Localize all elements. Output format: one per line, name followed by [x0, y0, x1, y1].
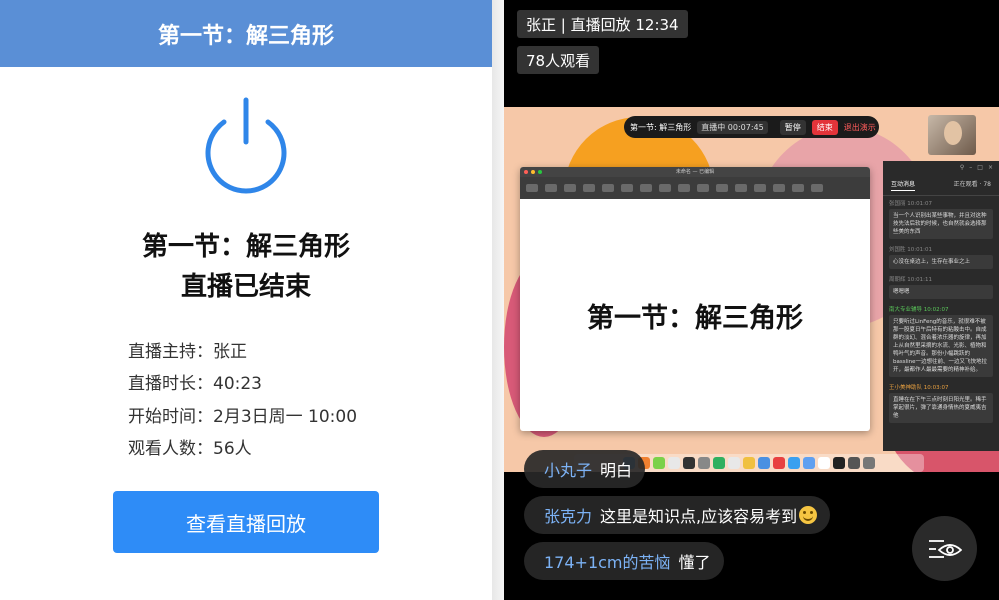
live-comment: 小丸子 明白: [524, 450, 646, 488]
tab-interactive: 互动消息: [891, 179, 916, 191]
info-host: 直播主持：张正: [128, 342, 247, 362]
panel-message: 周朝辉 10:01:11 嗯嗯嗯: [883, 272, 999, 302]
info-viewer-count: 观看人数：56人: [128, 439, 252, 459]
live-comment: 174+1cm的苦恼 懂了: [524, 542, 724, 580]
window-title: 未命名 — 已编辑: [675, 169, 715, 175]
power-icon: [205, 97, 287, 194]
panel-message: 王小美神助队 10:03:07 直睡在在下午三点时刻日阳光里。稀手掌起很片，弹了…: [883, 380, 999, 426]
comment-text: 这里是知识点,应该容易考到: [600, 507, 798, 526]
live-comment: 张克力 这里是知识点,应该容易考到: [524, 496, 831, 534]
window-titlebar: 未命名 — 已编辑: [520, 167, 870, 177]
slide-text: 第一节：解三角形: [587, 302, 803, 334]
panel-message: 南大专业辅导 10:02:07 只要听过LinFeng的音乐，就很难不被那一股夏…: [883, 302, 999, 380]
comment-text: 懂了: [678, 553, 711, 572]
zoom-dot-icon: [538, 170, 542, 174]
panel-divider: [492, 0, 504, 600]
presenter-camera: [928, 115, 976, 155]
smile-emoji-icon: [799, 506, 818, 524]
live-ended-panel: 第一节：解三角形 第一节：解三角形 直播已结束 直播主持：张正 直播时长：40:…: [0, 0, 492, 600]
comment-author: 张克力: [544, 507, 593, 526]
video-stream[interactable]: 第一节: 解三角形 直播中 00:07:45 暂停 结束 退出演示 未命名 — …: [504, 107, 999, 472]
live-ended-label: 直播已结束: [180, 272, 311, 302]
exit-presentation-button: 退出演示: [843, 122, 876, 132]
info-duration: 直播时长：40:23: [128, 374, 262, 394]
lesson-title: 第一节：解三角形: [141, 232, 350, 262]
window-toolbar: [520, 177, 870, 199]
host-replay-tag: 张正 | 直播回放 12:34: [517, 10, 688, 38]
comment-author: 小丸子: [544, 461, 593, 480]
comment-text: 明白: [600, 461, 633, 480]
interaction-panel: ⚲ – □ × 互动消息 正在观看 · 78 张国丽 10:01:07 当一个人识别出…: [883, 161, 999, 451]
comment-author: 174+1cm的苦恼: [544, 553, 671, 572]
panel-window-controls: ⚲ – □ ×: [959, 164, 993, 171]
panel-message: 张国丽 10:01:07 当一个人识别出某些事物，并且对这种技先法后软的时候，也…: [883, 196, 999, 242]
pause-button: 暂停: [779, 119, 806, 135]
toggle-comments-button[interactable]: [912, 516, 977, 581]
info-start-time: 开始时间：2月3日周一 10:00: [128, 407, 358, 427]
recording-toolbar: 第一节: 解三角形 直播中 00:07:45 暂停 结束 退出演示: [624, 116, 879, 138]
tab-online: 正在观看 · 78: [953, 181, 991, 188]
viewer-count-tag: 78人观看: [517, 46, 600, 74]
replay-player: 张正 | 直播回放 12:34 78人观看 第一节: 解三角形 直播中 00:0…: [504, 0, 999, 600]
rec-title: 第一节: 解三角形: [630, 122, 692, 132]
presenter-face: [944, 121, 962, 145]
stop-button: 结束: [811, 119, 838, 135]
view-replay-button[interactable]: 查看直播回放: [113, 491, 379, 553]
panel-tabs: 互动消息 正在观看 · 78: [883, 175, 999, 196]
minimize-dot-icon: [531, 170, 535, 174]
rec-status: 直播中 00:07:45: [697, 120, 768, 134]
window-controls: [524, 170, 542, 174]
panel-message: 刘国胜 10:01:01 心没在桌边上，生存在事业之上: [883, 242, 999, 272]
page-header: 第一节：解三角形: [0, 0, 492, 67]
eye-icon: [928, 539, 962, 558]
page-title: 第一节：解三角形: [157, 23, 334, 49]
presentation-window: 未命名 — 已编辑 第一节：解三角形: [520, 167, 870, 431]
close-dot-icon: [524, 170, 528, 174]
